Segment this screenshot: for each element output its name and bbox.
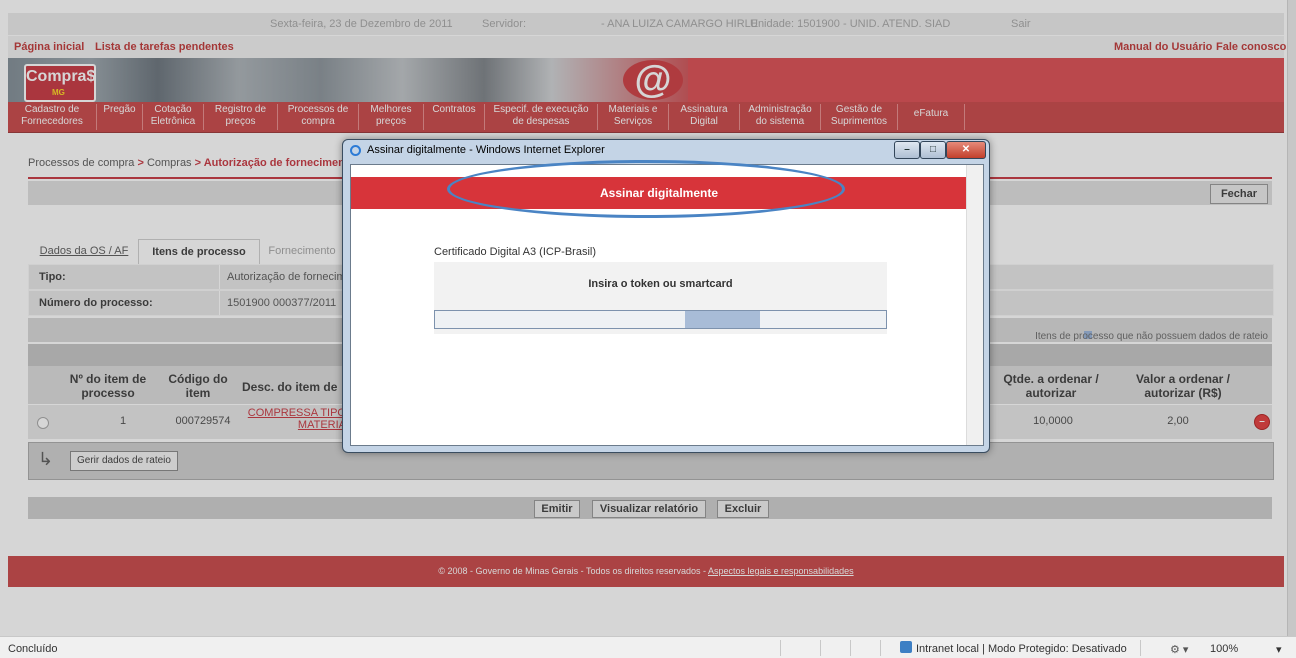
status-text: Concluído: [8, 643, 58, 655]
close-window-button[interactable]: ✕: [946, 141, 986, 159]
zoom-dropdown-icon[interactable]: ▾: [1276, 643, 1282, 656]
dialog-title: Assinar digitalmente - Windows Internet …: [367, 144, 605, 156]
highlight-ellipse: [447, 160, 845, 218]
dialog-scrollbar[interactable]: [966, 165, 983, 445]
token-panel: Insira o token ou smartcard: [434, 262, 887, 334]
minimize-button[interactable]: –: [894, 141, 920, 159]
zoom-level[interactable]: 100%: [1210, 643, 1238, 655]
maximize-button[interactable]: □: [920, 141, 946, 159]
progress-bar-fill: [685, 311, 760, 328]
protected-mode-icon[interactable]: ⚙ ▾: [1170, 643, 1188, 656]
status-bar: Concluído Intranet local | Modo Protegid…: [0, 636, 1296, 658]
certificate-label: Certificado Digital A3 (ICP-Brasil): [434, 246, 596, 258]
network-icon: [900, 641, 912, 653]
zone-text: Intranet local | Modo Protegido: Desativ…: [916, 643, 1127, 655]
token-message: Insira o token ou smartcard: [588, 278, 733, 290]
ie-icon: [350, 145, 361, 156]
progress-bar: [434, 310, 887, 329]
